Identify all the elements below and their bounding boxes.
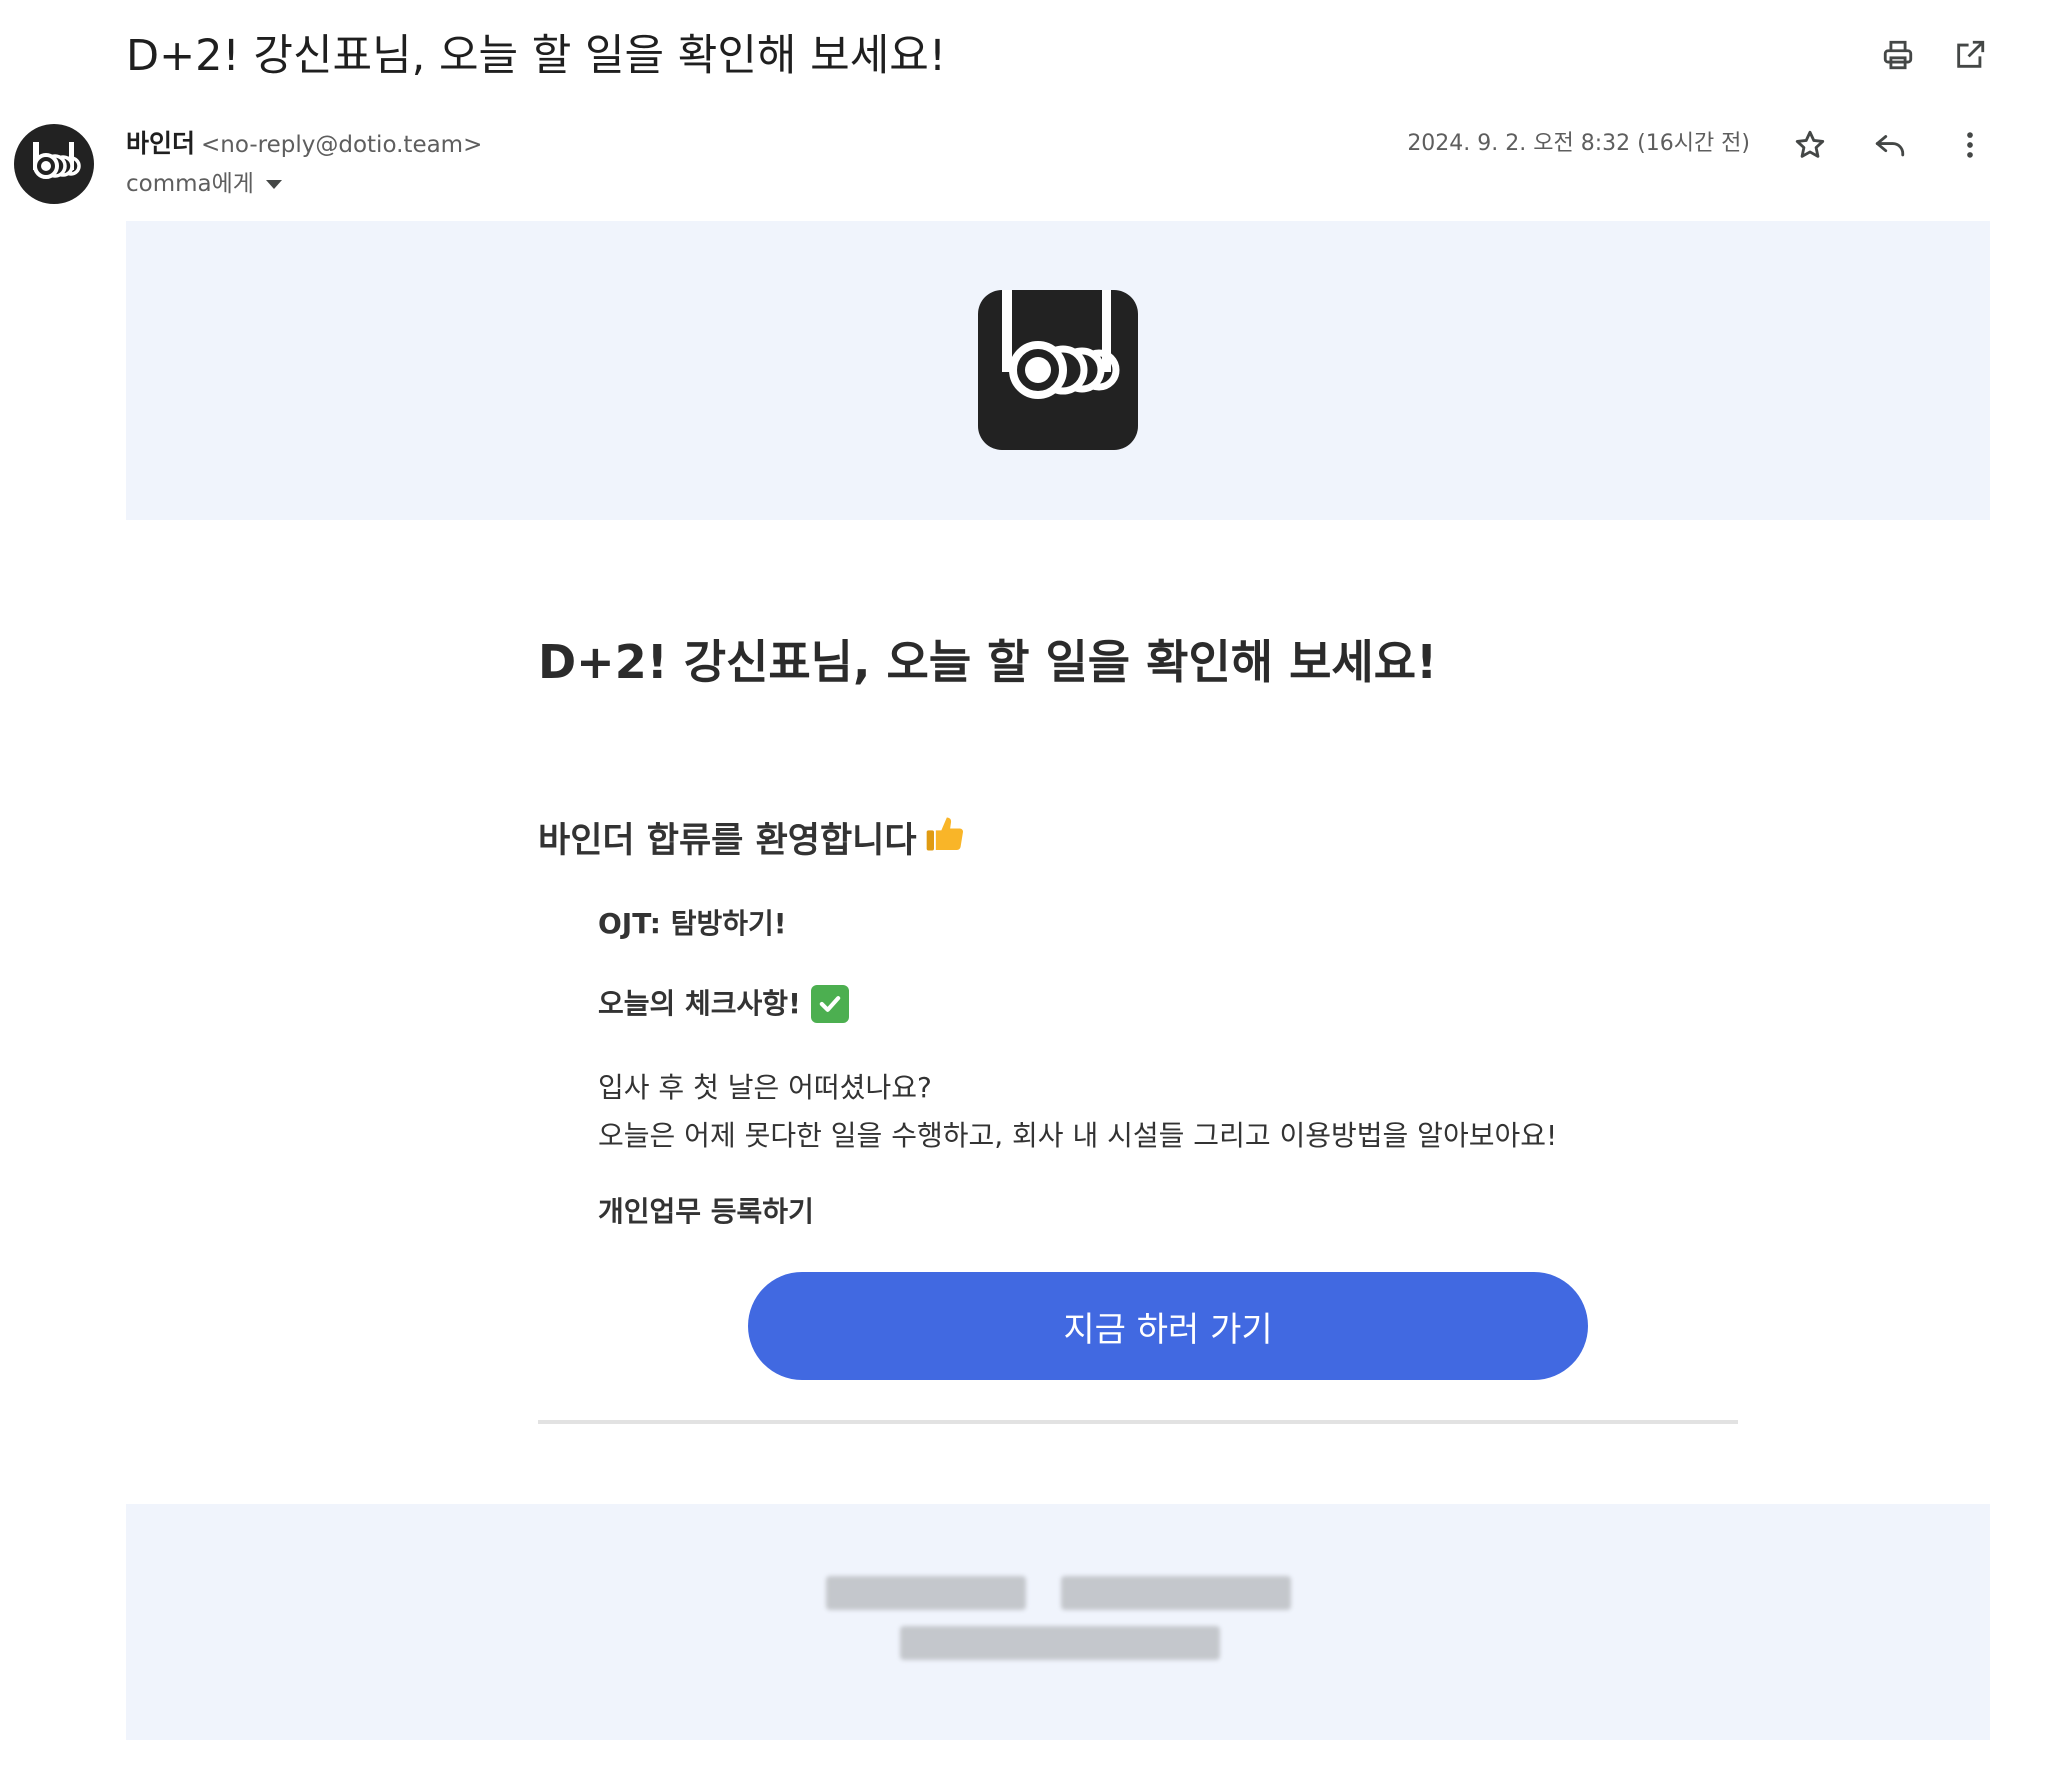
print-icon[interactable] (1876, 33, 1920, 77)
check-mark-icon (810, 985, 849, 1023)
binder-app-logo (978, 290, 1138, 450)
caret-down-icon[interactable] (265, 179, 282, 189)
body-message: 입사 후 첫 날은 어떠셨나요? 오늘은 어제 못다한 일을 수행하고, 회사 … (598, 1064, 1557, 1160)
recipient-details-toggle[interactable]: comma에게 (126, 166, 282, 202)
email-subject: D+2! 강신표님, 오늘 할 일을 확인해 보세요! (126, 31, 947, 81)
go-now-button[interactable]: 지금 하러 가기 (748, 1272, 1588, 1380)
sender-email: <no-reply@dotio.team> (201, 132, 483, 158)
checklist-heading: 오늘의 체크사항! (598, 984, 849, 1024)
welcome-text: 바인더 합류를 환영합니다 (538, 821, 917, 861)
sender-avatar (14, 124, 94, 204)
welcome-heading: 바인더 합류를 환영합니다 (538, 812, 967, 870)
binder-logo-icon (33, 142, 81, 179)
binder-logo-icon (1002, 290, 1120, 399)
star-icon[interactable] (1787, 122, 1833, 168)
body-heading: D+2! 강신표님, 오늘 할 일을 확인해 보세요! (538, 635, 1438, 689)
email-footer (126, 1504, 1990, 1740)
blurred-footer-text (826, 1576, 1026, 1610)
sender-info: 바인더 <no-reply@dotio.team> (126, 126, 482, 165)
thumbs-up-icon (923, 812, 967, 870)
content-divider (538, 1420, 1738, 1424)
task-title: 개인업무 등록하기 (598, 1195, 814, 1228)
reply-icon[interactable] (1867, 122, 1913, 168)
ojt-title: OJT: 탐방하기! (598, 907, 787, 940)
message-line-1: 입사 후 첫 날은 어떠셨나요? (598, 1071, 932, 1104)
open-in-new-window-icon[interactable] (1948, 33, 1992, 77)
blurred-footer-text (1061, 1576, 1291, 1610)
blurred-footer-text (900, 1626, 1220, 1660)
recipient-label: comma에게 (126, 171, 254, 197)
checklist-title: 오늘의 체크사항! (598, 987, 801, 1020)
message-line-2: 오늘은 어제 못다한 일을 수행하고, 회사 내 시설들 그리고 이용방법을 알… (598, 1119, 1558, 1152)
more-vertical-icon[interactable] (1947, 122, 1993, 168)
email-header-banner (126, 221, 1990, 520)
sender-name[interactable]: 바인더 (126, 129, 195, 158)
email-date: 2024. 9. 2. 오전 8:32 (16시간 전) (1407, 131, 1750, 156)
